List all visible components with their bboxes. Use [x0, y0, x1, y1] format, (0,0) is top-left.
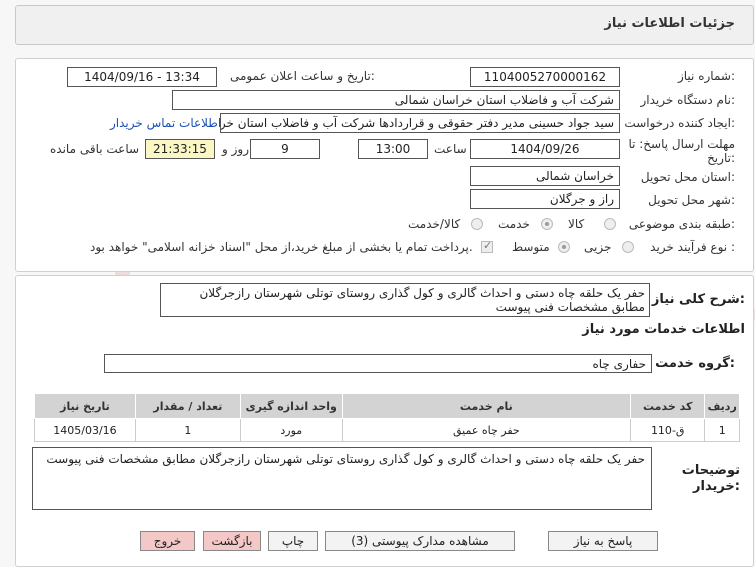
view-attachments-button[interactable]: مشاهده مدارک پیوستی (3) — [325, 531, 515, 551]
service-group-label: گروه خدمت: — [655, 356, 735, 371]
buyer-org-field[interactable]: شرکت آب و فاضلاب استان خراسان شمالی — [172, 90, 620, 110]
cell-need-date: 1405/03/16 — [34, 418, 136, 442]
cell-quantity: 1 — [134, 418, 241, 442]
cell-unit: مورد — [239, 418, 343, 442]
deadline-label-date: تاریخ: — [707, 151, 735, 165]
print-button[interactable]: چاپ — [268, 531, 318, 551]
province-field[interactable]: خراسان شمالی — [470, 166, 620, 186]
col-service-name: نام خدمت — [341, 393, 632, 419]
services-section-title: اطلاعات خدمات مورد نیاز — [582, 322, 745, 337]
table-header-row: ردیف کد خدمت نام خدمت واحد اندازه گیری ت… — [34, 393, 740, 419]
cell-row: 1 — [704, 418, 740, 442]
need-number-field[interactable]: 1104005270000162 — [470, 67, 620, 87]
buyer-org-label: نام دستگاه خریدار: — [640, 93, 736, 107]
service-group-field[interactable]: حفاری چاه — [104, 354, 652, 373]
summary-label: شرح کلی نیاز: — [651, 292, 745, 307]
radio-goods[interactable] — [604, 218, 616, 230]
remaining-time-label: ساعت باقی مانده — [50, 142, 140, 156]
deadline-label: مهلت ارسال پاسخ: تا — [628, 137, 735, 151]
deadline-date-field[interactable]: 1404/09/26 — [470, 139, 620, 159]
col-row: ردیف — [704, 393, 740, 419]
radio-minor[interactable] — [622, 241, 634, 253]
treasury-checkbox[interactable] — [481, 239, 493, 253]
cell-service-code: ق-110 — [630, 418, 706, 442]
days-remaining-field[interactable]: 9 — [250, 139, 320, 159]
radio-service-label: خدمت — [498, 217, 530, 231]
table-row[interactable]: 1 ق-110 حفر چاه عمیق مورد 1 1405/03/16 — [34, 418, 740, 442]
page-title: جزئیات اطلاعات نیاز — [604, 16, 735, 31]
creator-label: ایجاد کننده درخواست: — [624, 116, 735, 130]
buyer-notes-label-2: خریدار: — [693, 479, 740, 494]
announce-date-field[interactable]: 1404/09/16 - 13:34 — [67, 67, 217, 87]
payment-note: پرداخت تمام یا بخشی از مبلغ خرید،از محل … — [90, 240, 473, 254]
col-need-date: تاریخ نیاز — [34, 393, 136, 419]
services-table: ردیف کد خدمت نام خدمت واحد اندازه گیری ت… — [34, 393, 740, 442]
radio-minor-label: جزیی — [584, 240, 612, 254]
need-number-label: شماره نیاز: — [677, 69, 735, 83]
deadline-time-label: ساعت — [434, 142, 467, 156]
contact-info-link[interactable]: اطلاعات تماس خریدار — [110, 116, 221, 130]
cell-service-name: حفر چاه عمیق — [341, 418, 632, 442]
radio-goods-service-label: کالا/خدمت — [408, 217, 461, 231]
col-service-code: کد خدمت — [630, 393, 706, 419]
exit-button[interactable]: خروج — [140, 531, 195, 551]
radio-service[interactable] — [541, 218, 553, 230]
reply-button[interactable]: پاسخ به نیاز — [548, 531, 658, 551]
radio-medium-label: متوسط — [512, 240, 550, 254]
buyer-notes-text[interactable]: حفر یک حلقه چاه دستی و احداث گالری و کول… — [32, 447, 652, 510]
radio-goods-service[interactable] — [471, 218, 483, 230]
process-label: نوع فرآیند خرید : — [650, 240, 735, 254]
summary-text[interactable]: حفر یک حلقه چاه دستی و احداث گالری و کول… — [160, 283, 650, 317]
col-quantity: تعداد / مقدار — [134, 393, 241, 419]
deadline-time-field[interactable]: 13:00 — [358, 139, 428, 159]
back-button[interactable]: بازگشت — [203, 531, 261, 551]
category-label: طبقه بندی موضوعی: — [628, 217, 735, 231]
city-field[interactable]: راز و جرگلان — [470, 189, 620, 209]
col-unit: واحد اندازه گیری — [239, 393, 343, 419]
days-label: روز و — [222, 142, 249, 156]
radio-medium[interactable] — [558, 241, 570, 253]
city-label: شهر محل تحویل: — [648, 193, 735, 207]
remaining-time-field[interactable]: 21:33:15 — [145, 139, 215, 159]
radio-goods-label: کالا — [568, 217, 585, 231]
creator-field[interactable]: سید جواد حسینی مدیر دفتر حقوقی و قرارداد… — [220, 113, 620, 133]
buyer-notes-label: توضیحات — [681, 463, 740, 478]
province-label: استان محل تحویل: — [640, 170, 735, 184]
announce-date-label: تاریخ و ساعت اعلان عمومی: — [230, 69, 375, 83]
